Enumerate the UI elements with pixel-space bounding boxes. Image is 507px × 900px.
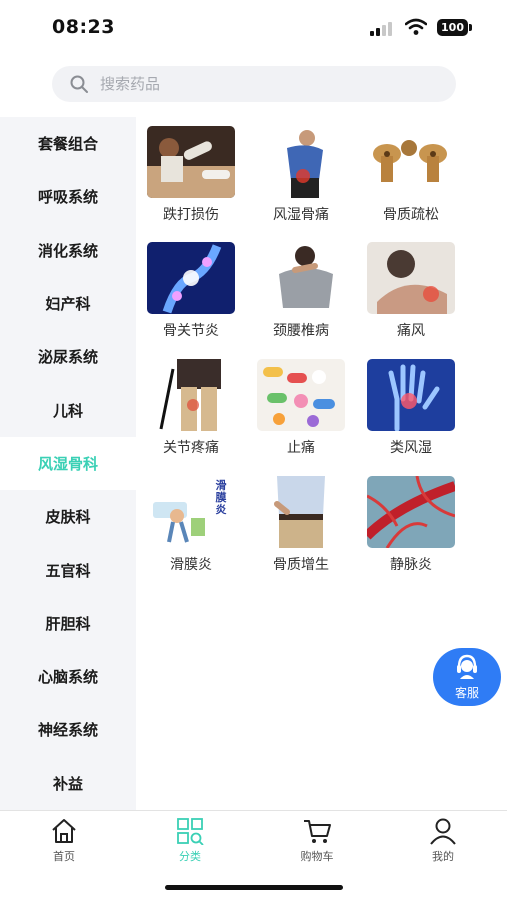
category-sidebar: 套餐组合 呼吸系统 消化系统 妇产科 泌尿系统 儿科 风湿骨科 皮肤科 五官科 … — [0, 117, 136, 810]
customer-service-button[interactable]: 客服 — [433, 648, 501, 706]
pills-image — [257, 359, 345, 431]
cellular-signal-icon — [370, 22, 392, 36]
category-card-osteoporosis[interactable]: 骨质疏松 — [356, 117, 456, 223]
category-card-rheumatic-pain[interactable]: 风湿骨痛 — [246, 117, 346, 223]
category-card-gout[interactable]: 痛风 — [356, 233, 456, 339]
sidebar-item-hepatobiliary[interactable]: 肝胆科 — [0, 597, 136, 650]
tab-home[interactable]: 首页 — [19, 817, 109, 867]
category-label: 痛风 — [397, 323, 425, 339]
sidebar-item-rheumatology[interactable]: 风湿骨科 — [0, 436, 136, 491]
tab-home-label: 首页 — [53, 850, 75, 863]
tab-profile[interactable]: 我的 — [398, 817, 488, 867]
sidebar-item-neurology[interactable]: 神经系统 — [0, 703, 136, 756]
search-icon — [70, 75, 88, 93]
back-pain-image — [257, 126, 345, 198]
category-label: 颈腰椎病 — [273, 323, 329, 339]
category-card-pain-relief[interactable]: 止痛 — [246, 350, 346, 456]
synovitis-image-text: 滑膜炎 — [215, 479, 227, 516]
cart-icon — [304, 820, 331, 843]
bruise-injury-image — [147, 126, 235, 198]
hand-xray-image — [367, 359, 455, 431]
category-label: 关节疼痛 — [163, 440, 219, 456]
sidebar-item-package[interactable]: 套餐组合 — [0, 117, 136, 170]
customer-service-label: 客服 — [454, 686, 479, 700]
joint-xray-image — [147, 242, 235, 314]
tab-cart-label: 购物车 — [300, 850, 334, 863]
status-bar: 08:23 100 — [0, 0, 507, 56]
sidebar-item-dermatology[interactable]: 皮肤科 — [0, 490, 136, 543]
lower-back-image — [257, 476, 345, 548]
sidebar-item-pediatrics[interactable]: 儿科 — [0, 383, 136, 436]
category-label: 骨关节炎 — [163, 323, 219, 339]
category-label: 滑膜炎 — [170, 557, 212, 573]
sidebar-item-digestive[interactable]: 消化系统 — [0, 224, 136, 277]
sidebar-item-tonic[interactable]: 补益 — [0, 757, 136, 810]
battery-level: 100 — [437, 19, 468, 36]
sidebar-item-urology[interactable]: 泌尿系统 — [0, 330, 136, 383]
tab-category[interactable]: 分类 — [145, 817, 235, 867]
profile-icon — [430, 818, 456, 845]
battery-icon: 100 — [437, 19, 473, 36]
category-icon — [177, 818, 204, 845]
sidebar-item-cardio-cerebral[interactable]: 心脑系统 — [0, 650, 136, 703]
wifi-icon — [405, 18, 427, 35]
category-label: 静脉炎 — [390, 557, 432, 573]
category-card-bruises[interactable]: 跌打损伤 — [136, 117, 236, 223]
category-card-synovitis[interactable]: 滑膜炎 滑膜炎 — [136, 467, 236, 573]
sidebar-item-respiratory[interactable]: 呼吸系统 — [0, 170, 136, 223]
category-label: 骨质增生 — [273, 557, 329, 573]
synovitis-image: 滑膜炎 — [147, 476, 235, 548]
category-card-joint-pain[interactable]: 关节疼痛 — [136, 350, 236, 456]
neck-pain-image — [257, 242, 345, 314]
category-card-spine[interactable]: 颈腰椎病 — [246, 233, 346, 339]
status-time: 08:23 — [52, 16, 115, 38]
search-bar[interactable] — [52, 66, 456, 102]
category-card-osteoarthritis[interactable]: 骨关节炎 — [136, 233, 236, 339]
category-card-phlebitis[interactable]: 静脉炎 — [356, 467, 456, 573]
category-label: 骨质疏松 — [383, 207, 439, 223]
tab-cart[interactable]: 购物车 — [272, 817, 362, 867]
category-label: 风湿骨痛 — [273, 207, 329, 223]
home-icon — [52, 819, 76, 843]
search-input[interactable] — [100, 66, 440, 102]
gout-foot-image — [367, 242, 455, 314]
sidebar-item-ent[interactable]: 五官科 — [0, 543, 136, 596]
home-indicator — [165, 885, 343, 890]
bone-section-image — [367, 126, 455, 198]
category-card-rheumatoid[interactable]: 类风湿 — [356, 350, 456, 456]
headset-icon — [457, 654, 477, 679]
sidebar-item-gynecology[interactable]: 妇产科 — [0, 277, 136, 330]
knee-cane-image — [147, 359, 235, 431]
category-label: 止痛 — [287, 440, 315, 456]
category-label: 类风湿 — [390, 440, 432, 456]
tab-profile-label: 我的 — [432, 850, 454, 863]
category-card-hyperostosis[interactable]: 骨质增生 — [246, 467, 346, 573]
tab-category-label: 分类 — [179, 850, 201, 863]
category-label: 跌打损伤 — [163, 207, 219, 223]
blood-vessel-image — [367, 476, 455, 548]
